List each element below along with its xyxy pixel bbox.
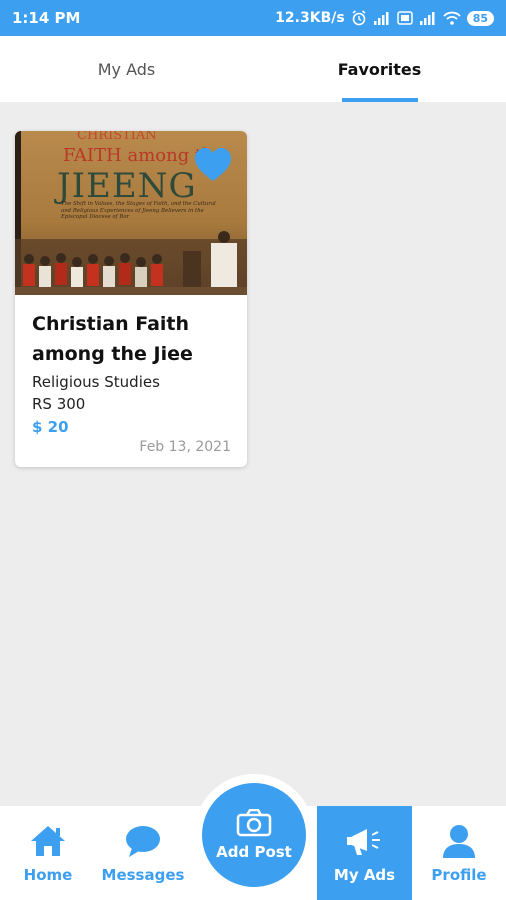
nav-my-ads-label: My Ads: [333, 866, 396, 884]
status-time: 1:14 PM: [12, 9, 81, 27]
nav-my-ads[interactable]: My Ads: [317, 806, 412, 900]
tab-my-ads[interactable]: My Ads: [0, 36, 253, 102]
network-speed: 12.3KB/s: [275, 10, 345, 26]
signal-icon: [373, 12, 389, 25]
tab-bar: My Ads Favorites: [0, 36, 506, 102]
megaphone-icon: [346, 829, 380, 855]
ad-title: Christian Faith among the Jiee: [32, 313, 193, 365]
ad-details: Christian Faith among the Jiee Religious…: [15, 295, 247, 439]
cover-line-1: CHRISTIAN: [77, 131, 157, 143]
status-indicators: 12.3KB/s 85: [275, 10, 494, 26]
status-bar: 1:14 PM 12.3KB/s 85: [0, 0, 506, 36]
ad-price-usd: $ 20: [32, 418, 69, 436]
nav-home[interactable]: Home: [12, 806, 84, 900]
chat-icon: [126, 826, 160, 857]
nav-profile-label: Profile: [431, 866, 487, 884]
nav-home-label: Home: [23, 866, 73, 884]
add-post-label: Add Post: [216, 843, 292, 861]
nav-profile[interactable]: Profile: [422, 806, 496, 900]
nav-messages[interactable]: Messages: [95, 806, 191, 900]
favorite-heart-icon[interactable]: [193, 147, 233, 183]
signal-icon: [419, 12, 435, 25]
ad-category: Religious Studies: [32, 373, 160, 391]
wifi-icon: [443, 11, 461, 25]
ad-image: CHRISTIAN FAITH among the JIEENG The Shi…: [15, 131, 247, 295]
cover-subtitle: The Shift in Values, the Stages of Faith…: [61, 201, 216, 221]
nav-messages-label: Messages: [101, 866, 185, 884]
alarm-icon: [352, 10, 366, 26]
volte-icon: [396, 11, 413, 25]
tab-favorites[interactable]: Favorites: [253, 36, 506, 102]
ad-date: Feb 13, 2021: [139, 439, 231, 455]
cover-line-3: JIEENG: [54, 166, 197, 206]
camera-icon: [236, 809, 272, 837]
add-post-button[interactable]: Add Post: [202, 783, 306, 887]
person-icon: [443, 825, 475, 858]
ad-card[interactable]: CHRISTIAN FAITH among the JIEENG The Shi…: [15, 131, 247, 467]
ad-price-local: RS 300: [32, 395, 86, 413]
battery-icon: 85: [466, 10, 494, 26]
home-icon: [31, 826, 65, 856]
